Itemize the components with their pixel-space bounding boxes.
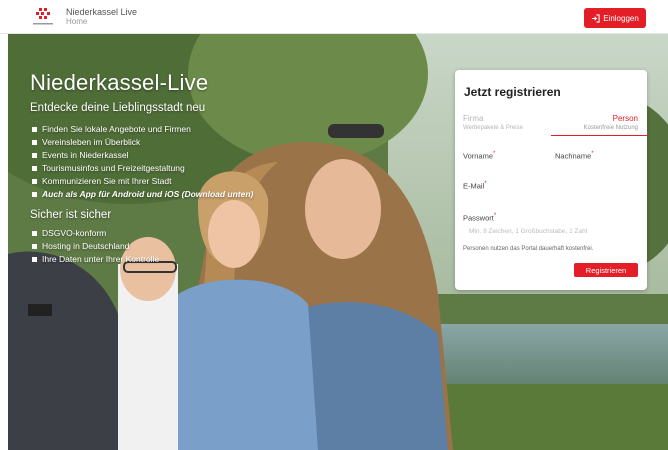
required-mark: *: [484, 181, 487, 187]
tab-firma-label: Firma: [463, 114, 484, 123]
breadcrumb-home[interactable]: Home: [66, 17, 137, 27]
tab-person-label: Person: [612, 114, 638, 123]
hero-title: Niederkassel-Live: [30, 70, 209, 95]
feature-item: Vereinsleben im Überblick: [30, 136, 253, 149]
feature-item: Tourismusinfos und Freizeitgestaltung: [30, 162, 253, 175]
vorname-label: Vorname: [463, 151, 494, 161]
niederkassel-logo-icon[interactable]: [30, 6, 56, 28]
secure-item: Ihre Daten unter Ihrer Kontrolle: [30, 253, 253, 266]
feature-item-app: Auch als App für Android und iOS (Downlo…: [30, 188, 253, 201]
required-mark: *: [493, 213, 497, 219]
active-tab-indicator: [551, 135, 647, 136]
feature-list: Finden Sie lokale Angebote und Firmen Ve…: [30, 123, 253, 201]
required-mark: *: [493, 151, 496, 157]
register-button[interactable]: Registrieren: [574, 263, 638, 277]
email-label: E-Mail: [463, 181, 485, 191]
password-label: Passwort: [463, 213, 494, 223]
feature-item: Kommunizieren Sie mit Ihrer Stadt: [30, 175, 253, 188]
login-icon: [592, 13, 600, 23]
feature-item: Events in Niederkassel: [30, 149, 253, 162]
brand-title[interactable]: Niederkassel Live: [66, 7, 137, 17]
secure-title: Sicher ist sicher: [30, 209, 112, 221]
vorname-field[interactable]: Vorname*: [463, 151, 495, 161]
register-card: Jetzt registrieren Firma Werbepakete & P…: [455, 70, 647, 290]
register-title: Jetzt registrieren: [464, 85, 561, 99]
tab-firma[interactable]: Firma Werbepakete & Preise: [463, 114, 523, 131]
email-field[interactable]: E-Mail*: [463, 181, 487, 191]
tab-person-sublabel: Kostenfreie Nutzung: [583, 125, 638, 131]
secure-list: DSGVO-konform Hosting in Deutschland Ihr…: [30, 227, 253, 266]
tab-firma-sublabel: Werbepakete & Preise: [463, 125, 523, 131]
brand: Niederkassel Live Home: [66, 7, 137, 27]
secure-item: Hosting in Deutschland: [30, 240, 253, 253]
hero-text: Niederkassel-Live Entdecke deine Lieblin…: [30, 70, 253, 266]
top-bar: Niederkassel Live Home Einloggen: [0, 0, 668, 34]
nachname-field[interactable]: Nachname*: [555, 151, 594, 161]
password-hint: Min. 8 Zeichen, 1 Großbuchstabe, 1 Zahl: [469, 228, 588, 235]
login-button-label: Einloggen: [603, 13, 639, 23]
register-note: Personen nutzen das Portal dauerhaft kos…: [463, 246, 594, 252]
nachname-label: Nachname: [555, 151, 592, 161]
secure-item: DSGVO-konform: [30, 227, 253, 240]
login-button[interactable]: Einloggen: [584, 8, 646, 28]
tab-person[interactable]: Person Kostenfreie Nutzung: [584, 114, 638, 131]
hero-subtitle: Entdecke deine Lieblingsstadt neu: [30, 102, 206, 114]
feature-item: Finden Sie lokale Angebote und Firmen: [30, 123, 253, 136]
password-field[interactable]: Passwort*: [463, 213, 496, 223]
required-mark: *: [591, 151, 594, 157]
